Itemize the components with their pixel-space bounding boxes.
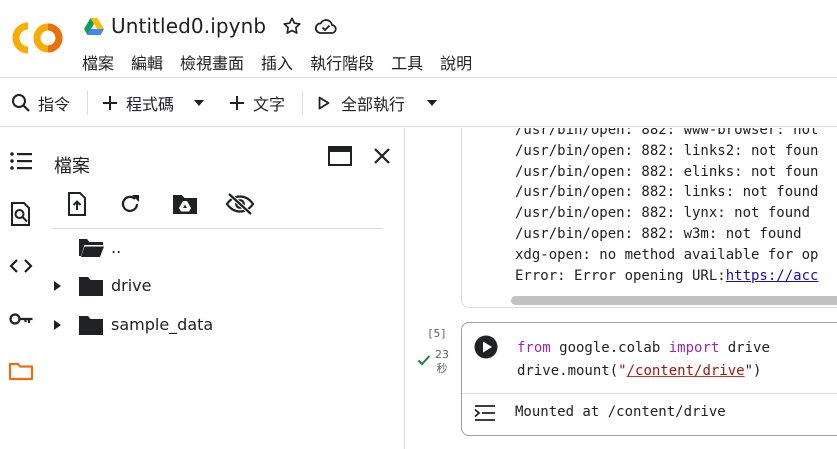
- refresh-icon[interactable]: [118, 192, 142, 216]
- toc-icon[interactable]: [8, 148, 34, 174]
- files-panel: 檔案 .. drive sample_data: [40, 128, 405, 449]
- side-rail: [0, 128, 40, 449]
- output-line: /usr/bin/open: 882: www-browser: not: [515, 128, 819, 138]
- run-all-dropdown[interactable]: [426, 79, 438, 127]
- commands-button[interactable]: 指令: [11, 79, 70, 127]
- menu-runtime[interactable]: 執行階段: [310, 50, 374, 74]
- close-icon[interactable]: [372, 146, 392, 166]
- search-icon[interactable]: [8, 201, 34, 227]
- string-close: "): [744, 363, 762, 379]
- toolbar-divider: [87, 91, 88, 115]
- play-icon: [318, 96, 330, 110]
- dropdown-arrow-icon: [427, 100, 437, 106]
- file-name: sample_data: [111, 315, 214, 334]
- error-prefix: Error: Error opening URL:: [515, 267, 726, 284]
- code-editor[interactable]: from google.colab import drive drive.moun…: [517, 337, 770, 383]
- notebook-area: /usr/bin/open: 882: www-browser: not/usr…: [406, 128, 837, 449]
- cloud-saved-icon[interactable]: [314, 16, 338, 36]
- menu-insert[interactable]: 插入: [261, 50, 293, 74]
- output-scrollbar[interactable]: [511, 296, 837, 305]
- header: Untitled0.ipynb 檔案 編輯 檢視畫面 插入 執行階段 工具 說明: [0, 0, 837, 78]
- menu-tools[interactable]: 工具: [391, 50, 423, 74]
- toolbar: 指令 程式碼 文字 全部執行: [0, 79, 837, 127]
- string-path: /content/drive: [626, 363, 745, 379]
- hide-files-icon[interactable]: [225, 192, 255, 216]
- check-icon: [417, 355, 431, 366]
- file-tree-parent[interactable]: ..: [40, 230, 400, 266]
- plus-icon: [103, 96, 117, 110]
- star-icon[interactable]: [281, 15, 303, 37]
- file-tree-drive[interactable]: drive: [40, 268, 400, 304]
- add-code-dropdown[interactable]: [193, 79, 205, 127]
- folder-open-icon: [79, 239, 104, 257]
- menu-file[interactable]: 檔案: [82, 50, 114, 74]
- menu-view[interactable]: 檢視畫面: [180, 50, 244, 74]
- dropdown-arrow-icon: [194, 100, 204, 106]
- menu-help[interactable]: 說明: [440, 50, 472, 74]
- cell-output-text: /usr/bin/open: 882: www-browser: not/usr…: [515, 128, 818, 286]
- output-line: /usr/bin/open: 882: links: not found: [515, 184, 819, 201]
- folder-icon[interactable]: [8, 358, 34, 384]
- commands-label: 指令: [38, 95, 71, 114]
- cell-result-text: Mounted at /content/drive: [515, 404, 726, 420]
- panel-divider: [52, 228, 383, 229]
- folder-icon: [79, 316, 103, 335]
- add-code-label: 程式碼: [126, 95, 175, 114]
- file-name: ..: [111, 238, 122, 257]
- keyword-import: import: [668, 340, 720, 356]
- upload-file-icon[interactable]: [66, 191, 88, 217]
- output-line: /usr/bin/open: 882: links2: not foun: [515, 142, 819, 159]
- expand-arrow-icon[interactable]: [52, 281, 62, 291]
- error-url-link[interactable]: https://acc: [726, 268, 819, 284]
- output-line: /usr/bin/open: 882: lynx: not found: [515, 205, 811, 222]
- module-name: google.colab: [550, 340, 669, 356]
- colab-logo[interactable]: [12, 20, 64, 56]
- key-icon[interactable]: [8, 306, 34, 332]
- output-line: /usr/bin/open: 882: w3m: not found: [515, 225, 802, 242]
- add-text-button[interactable]: 文字: [229, 79, 285, 127]
- output-line: xdg-open: no method available for op: [515, 246, 819, 263]
- cell-output-divider: [462, 393, 837, 394]
- output-error-line: Error: Error opening URL:https://acc: [515, 266, 818, 287]
- google-drive-icon: [84, 18, 104, 35]
- toolbar-divider: [302, 91, 303, 115]
- execution-unit: 秒: [436, 362, 448, 375]
- plus-icon: [230, 96, 244, 110]
- notebook-title[interactable]: Untitled0.ipynb: [111, 14, 266, 38]
- code-line-2: drive.mount("/content/drive"): [517, 360, 770, 383]
- run-all-button[interactable]: 全部執行: [318, 79, 405, 127]
- string-quote: ": [618, 363, 627, 379]
- output-line: /usr/bin/open: 882: elinks: not foun: [515, 163, 819, 180]
- menu-edit[interactable]: 編輯: [131, 50, 163, 74]
- mount-drive-icon[interactable]: [171, 192, 199, 216]
- execution-time: 23 秒: [435, 348, 449, 376]
- run-all-label: 全部執行: [341, 95, 406, 114]
- execution-count: [5]: [427, 327, 447, 340]
- run-cell-icon[interactable]: [474, 335, 498, 359]
- file-tree-sample-data[interactable]: sample_data: [40, 307, 400, 343]
- folder-icon: [79, 277, 103, 296]
- output-actions-icon[interactable]: [474, 404, 496, 422]
- import-name: drive: [719, 340, 770, 356]
- call-expression: drive.mount(: [517, 363, 619, 379]
- open-in-tab-icon[interactable]: [327, 145, 353, 167]
- keyword-from: from: [517, 340, 551, 356]
- menu-bar: 檔案 編輯 檢視畫面 插入 執行階段 工具 說明: [82, 50, 489, 74]
- add-code-button[interactable]: 程式碼: [102, 79, 174, 127]
- file-name: drive: [111, 276, 152, 295]
- code-snippets-icon[interactable]: [8, 253, 34, 279]
- code-line-1: from google.colab import drive: [517, 337, 770, 360]
- add-text-label: 文字: [253, 95, 286, 114]
- execution-seconds: 23: [435, 348, 449, 361]
- expand-arrow-icon[interactable]: [52, 320, 62, 330]
- search-icon: [12, 94, 30, 112]
- files-panel-title: 檔案: [54, 156, 90, 177]
